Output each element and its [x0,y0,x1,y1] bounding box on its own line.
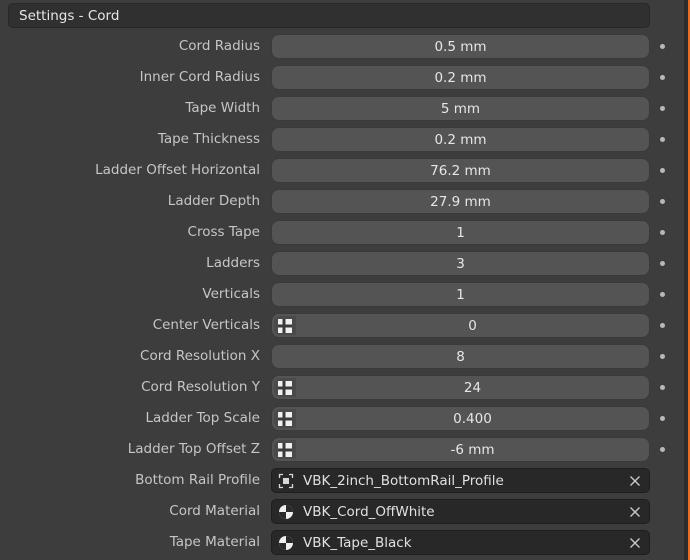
driver-icon[interactable] [274,440,296,459]
property-label: Tape Thickness [157,131,260,147]
cord-radius-number-field[interactable]: 0.5 mm [271,34,650,59]
property-row-cord-resolution-y: Cord Resolution Y 24 [0,372,690,403]
keyframe-dot-icon[interactable] [660,447,665,452]
field-value: 24 [463,379,482,396]
keyframe-dot-icon[interactable] [660,44,665,49]
keyframe-dot-icon[interactable] [660,261,665,266]
keyframe-dot-icon[interactable] [660,292,665,297]
material-icon [275,501,297,523]
tape-thickness-number-field[interactable]: 0.2 mm [271,127,650,152]
property-row-inner-cord-radius: Inner Cord Radius 0.2 mm [0,62,690,93]
panel-title: Settings - Cord [19,7,120,24]
tape-width-number-field[interactable]: 5 mm [271,96,650,121]
driver-icon[interactable] [274,316,296,335]
property-row-bottom-rail-profile: Bottom Rail Profile VBK_2inch_BottomRail_… [0,465,690,496]
property-list: Cord Radius 0.5 mm Inner Cord Radius 0.2 mm… [0,31,690,558]
property-row-cord-material: Cord Material VBK_Cord_OffWhite [0,496,690,527]
property-label: Cross Tape [187,224,260,240]
property-row-cross-tape: Cross Tape 1 [0,217,690,248]
keyframe-dot-icon[interactable] [660,137,665,142]
keyframe-dot-icon[interactable] [660,416,665,421]
property-row-cord-radius: Cord Radius 0.5 mm [0,31,690,62]
ladder-depth-number-field[interactable]: 27.9 mm [271,189,650,214]
clear-icon[interactable] [627,534,643,551]
cord-material-selector[interactable]: VBK_Cord_OffWhite [271,499,650,524]
object-icon [275,470,297,492]
panel-header[interactable]: Settings - Cord [8,3,650,28]
verticals-number-field[interactable]: 1 [271,282,650,307]
ladder-offset-horizontal-number-field[interactable]: 76.2 mm [271,158,650,183]
center-verticals-number-field[interactable]: 0 [271,313,650,338]
property-label: Inner Cord Radius [139,69,260,85]
cord-resolution-y-number-field[interactable]: 24 [271,375,650,400]
field-value: 0 [468,317,477,334]
property-row-cord-resolution-x: Cord Resolution X 8 [0,341,690,372]
driver-icon[interactable] [274,378,296,397]
property-row-ladders: Ladders 3 [0,248,690,279]
property-row-tape-width: Tape Width 5 mm [0,93,690,124]
property-label: Ladder Offset Horizontal [95,162,260,178]
property-row-ladder-depth: Ladder Depth 27.9 mm [0,186,690,217]
property-label: Ladder Depth [167,193,260,209]
clear-icon[interactable] [627,472,643,489]
property-label: Cord Resolution X [140,348,260,364]
material-icon [275,532,297,554]
selected-item-name: VBK_Tape_Black [303,534,412,551]
field-value: 1 [456,286,465,303]
property-row-ladder-offset-horizontal: Ladder Offset Horizontal 76.2 mm [0,155,690,186]
clear-icon[interactable] [627,503,643,520]
property-label: Center Verticals [152,317,260,333]
field-value: 0.2 mm [434,131,487,148]
property-row-ladder-top-offset-z: Ladder Top Offset Z -6 mm [0,434,690,465]
field-value: 0.400 [453,410,492,427]
field-value: 5 mm [440,100,481,117]
keyframe-dot-icon[interactable] [660,385,665,390]
cord-resolution-x-number-field[interactable]: 8 [271,344,650,369]
property-label: Ladders [206,255,260,271]
ladder-top-offset-z-number-field[interactable]: -6 mm [271,437,650,462]
keyframe-dot-icon[interactable] [660,354,665,359]
keyframe-dot-icon[interactable] [660,199,665,204]
property-row-center-verticals: Center Verticals 0 [0,310,690,341]
property-label: Cord Material [169,503,260,519]
field-value: 1 [456,224,465,241]
keyframe-dot-icon[interactable] [660,323,665,328]
property-row-tape-thickness: Tape Thickness 0.2 mm [0,124,690,155]
property-label: Ladder Top Offset Z [127,441,260,457]
property-label: Bottom Rail Profile [135,472,260,488]
tape-material-selector[interactable]: VBK_Tape_Black [271,530,650,555]
property-row-ladder-top-scale: Ladder Top Scale 0.400 [0,403,690,434]
keyframe-dot-icon[interactable] [660,106,665,111]
ladder-top-scale-number-field[interactable]: 0.400 [271,406,650,431]
field-value: -6 mm [450,441,495,458]
property-row-verticals: Verticals 1 [0,279,690,310]
keyframe-dot-icon[interactable] [660,230,665,235]
property-label: Verticals [202,286,260,302]
property-label: Cord Radius [178,38,260,54]
property-label: Cord Resolution Y [141,379,260,395]
settings-panel: Settings - Cord Cord Radius 0.5 mm Inner C… [0,0,690,560]
field-value: 76.2 mm [430,162,491,179]
field-value: 0.5 mm [434,38,487,55]
ladders-number-field[interactable]: 3 [271,251,650,276]
keyframe-dot-icon[interactable] [660,168,665,173]
cross-tape-number-field[interactable]: 1 [271,220,650,245]
property-label: Tape Width [185,100,260,116]
property-label: Ladder Top Scale [145,410,260,426]
selected-item-name: VBK_2inch_BottomRail_Profile [303,472,504,489]
field-value: 0.2 mm [434,69,487,86]
selected-item-name: VBK_Cord_OffWhite [303,503,435,520]
bottom-rail-profile-selector[interactable]: VBK_2inch_BottomRail_Profile [271,468,650,493]
field-value: 3 [456,255,465,272]
property-row-tape-material: Tape Material VBK_Tape_Black [0,527,690,558]
field-value: 8 [456,348,465,365]
driver-icon[interactable] [274,409,296,428]
inner-cord-radius-number-field[interactable]: 0.2 mm [271,65,650,90]
field-value: 27.9 mm [430,193,491,210]
keyframe-dot-icon[interactable] [660,75,665,80]
property-label: Tape Material [169,534,260,550]
